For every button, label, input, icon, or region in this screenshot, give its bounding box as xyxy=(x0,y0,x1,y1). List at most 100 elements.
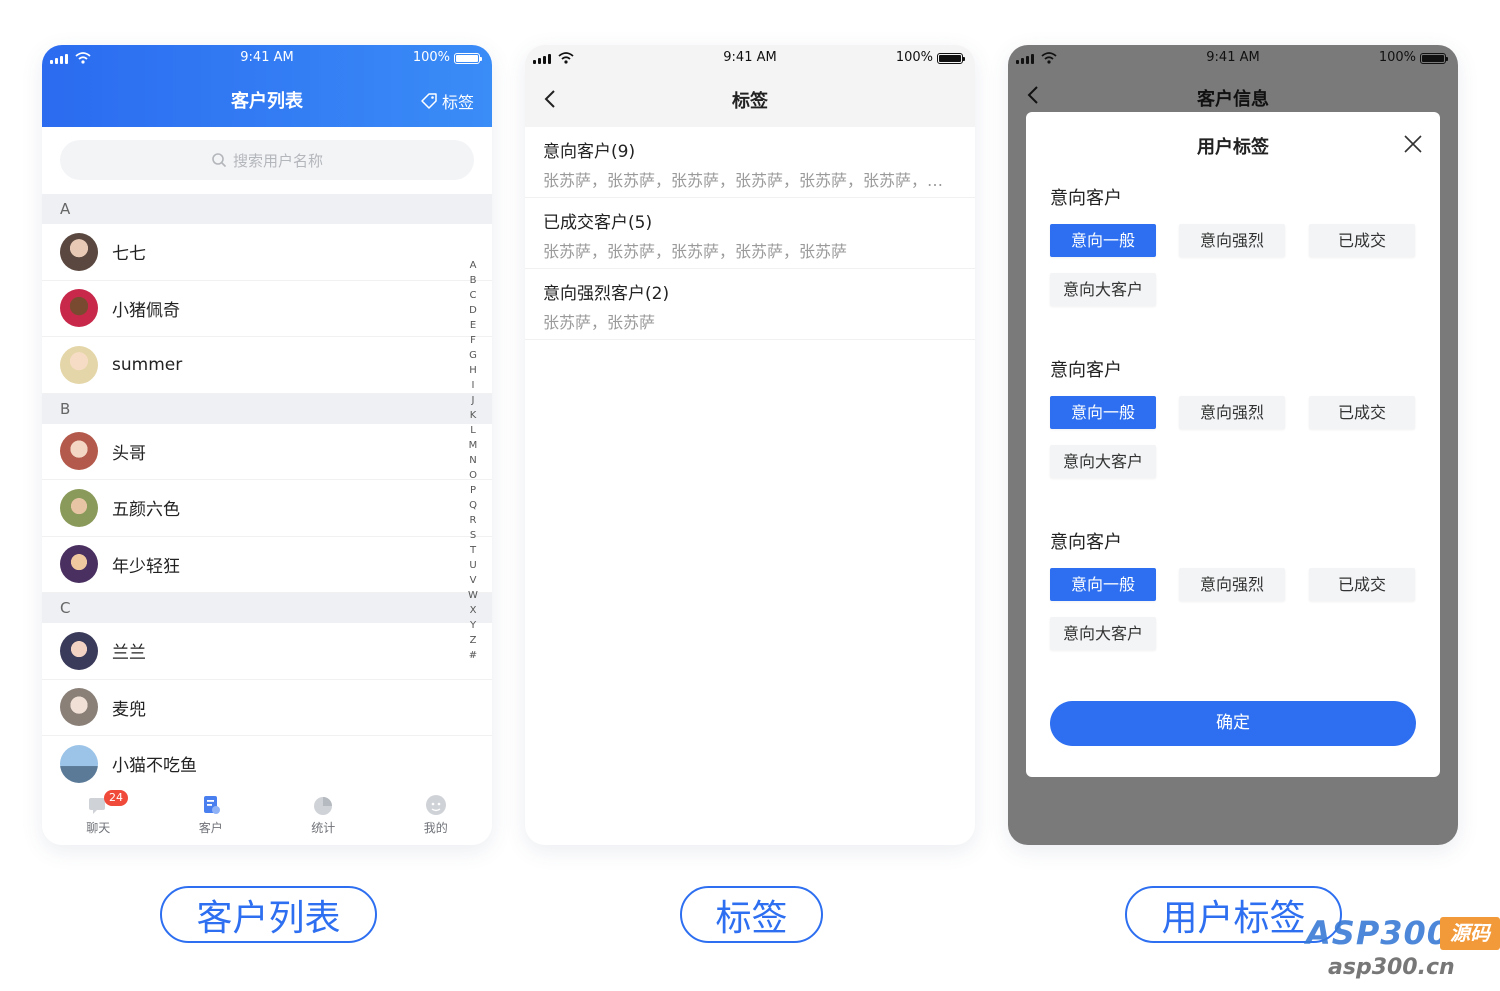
tab-customer[interactable]: 客户 xyxy=(155,787,268,845)
section-letter-a: A xyxy=(42,194,492,224)
index-letter[interactable]: D xyxy=(468,303,478,318)
tag-link-label: 标签 xyxy=(441,93,474,112)
tab-bar: 24 聊天 客户 统计 我的 xyxy=(42,787,492,845)
index-letter[interactable]: P xyxy=(468,483,478,498)
index-letter[interactable]: U xyxy=(468,558,478,573)
index-letter[interactable]: L xyxy=(468,423,478,438)
profile-icon xyxy=(425,795,446,815)
status-bar: 9:41 AM 100% xyxy=(1008,45,1458,71)
index-letter[interactable]: A xyxy=(468,258,478,273)
tag-chip-selected[interactable]: 意向一般 xyxy=(1050,224,1156,257)
alphabet-index[interactable]: A B C D E F G H I J K L M N O P Q R S T U V W X Y Z # xyxy=(468,258,478,663)
tab-label: 聊天 xyxy=(86,821,111,835)
tag-chip[interactable]: 已成交 xyxy=(1309,568,1415,601)
tag-chip[interactable]: 意向强烈 xyxy=(1179,568,1285,601)
tag-screen: 9:41 AM 100% 标签 意向客户(9) 张苏萨，张苏萨，张苏萨，张苏萨，… xyxy=(525,45,975,845)
tab-label: 统计 xyxy=(311,821,336,835)
tag-section: 意向客户 意向一般 意向强烈 已成交 意向大客户 xyxy=(1050,528,1416,658)
contact-name: 五颜六色 xyxy=(112,500,180,521)
index-letter[interactable]: X xyxy=(468,603,478,618)
tab-stats[interactable]: 统计 xyxy=(267,787,380,845)
customer-icon xyxy=(203,796,220,814)
index-letter[interactable]: O xyxy=(468,468,478,483)
tag-chip[interactable]: 意向强烈 xyxy=(1179,396,1285,429)
user-tag-screen: 9:41 AM 100% 客户信息 用户标签 意向客户 意向一般 意向强烈 已成… xyxy=(1008,45,1458,845)
tag-chip[interactable]: 意向大客户 xyxy=(1050,445,1156,478)
tag-group-row[interactable]: 意向强烈客户(2) 张苏萨，张苏萨 xyxy=(525,269,975,340)
contact-row[interactable]: 小猫不吃鱼 xyxy=(42,736,492,793)
contact-row[interactable]: summer xyxy=(42,337,492,394)
avatar xyxy=(60,289,98,328)
caption-customer-list: 客户列表 xyxy=(160,886,377,943)
index-letter[interactable]: N xyxy=(468,453,478,468)
index-letter[interactable]: T xyxy=(468,543,478,558)
tag-group-row[interactable]: 已成交客户(5) 张苏萨，张苏萨，张苏萨，张苏萨，张苏萨 xyxy=(525,198,975,269)
contact-row[interactable]: 五颜六色 xyxy=(42,480,492,537)
tag-group-name: 已成交客户(5) xyxy=(543,213,653,233)
page-title: 标签 xyxy=(732,91,768,112)
page-title: 客户信息 xyxy=(1197,89,1269,110)
index-letter[interactable]: H xyxy=(468,363,478,378)
index-letter[interactable]: M xyxy=(468,438,478,453)
index-letter[interactable]: Y xyxy=(468,618,478,633)
battery-percent: 100% xyxy=(895,50,933,65)
confirm-button[interactable]: 确定 xyxy=(1050,701,1416,746)
tag-chip[interactable]: 意向强烈 xyxy=(1179,224,1285,257)
avatar xyxy=(60,432,98,471)
section-title: 意向客户 xyxy=(1050,360,1122,381)
tag-group-name: 意向客户(9) xyxy=(543,142,636,162)
avatar xyxy=(60,488,98,527)
tag-chip-selected[interactable]: 意向一般 xyxy=(1050,568,1156,601)
index-letter[interactable]: W xyxy=(468,588,478,603)
index-letter[interactable]: # xyxy=(468,648,478,663)
contact-row[interactable]: 头哥 xyxy=(42,424,492,480)
section-title: 意向客户 xyxy=(1050,532,1122,553)
battery-icon xyxy=(1420,53,1448,64)
search-input[interactable]: 搜索用户名称 xyxy=(60,140,474,180)
search-placeholder: 搜索用户名称 xyxy=(232,151,323,170)
contact-name: 小猫不吃鱼 xyxy=(112,756,197,777)
index-letter[interactable]: V xyxy=(468,573,478,588)
contact-row[interactable]: 小猪佩奇 xyxy=(42,281,492,337)
tag-chip[interactable]: 意向大客户 xyxy=(1050,273,1156,306)
index-letter[interactable]: S xyxy=(468,528,478,543)
pie-chart-icon xyxy=(314,797,333,815)
contact-row[interactable]: 兰兰 xyxy=(42,623,492,680)
tag-link-button[interactable]: 标签 xyxy=(420,89,474,113)
status-bar: 9:41 AM 100% xyxy=(525,45,975,71)
contact-row[interactable]: 麦兜 xyxy=(42,680,492,736)
contact-row[interactable]: 七七 xyxy=(42,224,492,281)
contact-name: 年少轻狂 xyxy=(112,556,180,577)
battery-icon xyxy=(454,53,482,64)
index-letter[interactable]: E xyxy=(468,318,478,333)
nav-bar: 9:41 AM 100% 标签 xyxy=(525,45,975,127)
tag-chip-selected[interactable]: 意向一般 xyxy=(1050,396,1156,429)
tag-chip[interactable]: 意向大客户 xyxy=(1050,617,1156,650)
tag-chip[interactable]: 已成交 xyxy=(1309,396,1415,429)
index-letter[interactable]: B xyxy=(468,273,478,288)
index-letter[interactable]: Q xyxy=(468,498,478,513)
contact-row[interactable]: 年少轻狂 xyxy=(42,537,492,593)
tab-chat[interactable]: 24 聊天 xyxy=(42,787,155,845)
index-letter[interactable]: K xyxy=(468,408,478,423)
section-title: 意向客户 xyxy=(1050,188,1122,209)
index-letter[interactable]: C xyxy=(468,288,478,303)
index-letter[interactable]: F xyxy=(468,333,478,348)
tag-icon xyxy=(421,93,437,109)
tab-profile[interactable]: 我的 xyxy=(380,787,493,845)
close-icon[interactable] xyxy=(1402,133,1424,155)
avatar xyxy=(60,631,98,670)
tag-group-members: 张苏萨，张苏萨，张苏萨，张苏萨，张苏萨，张苏萨，张苏萨，张苏萨，张苏萨 xyxy=(543,171,957,190)
index-letter[interactable]: Z xyxy=(468,633,478,648)
dialog-title: 用户标签 xyxy=(1197,137,1269,158)
avatar xyxy=(60,744,98,783)
tag-group-row[interactable]: 意向客户(9) 张苏萨，张苏萨，张苏萨，张苏萨，张苏萨，张苏萨，张苏萨，张苏萨，… xyxy=(525,127,975,198)
tag-group-name: 意向强烈客户(2) xyxy=(543,284,670,304)
section-letter-b: B xyxy=(42,393,492,424)
index-letter[interactable]: J xyxy=(468,393,478,408)
tag-chip[interactable]: 已成交 xyxy=(1309,224,1415,257)
index-letter[interactable]: I xyxy=(468,378,478,393)
index-letter[interactable]: R xyxy=(468,513,478,528)
index-letter[interactable]: G xyxy=(468,348,478,363)
caption-tag: 标签 xyxy=(680,886,823,943)
